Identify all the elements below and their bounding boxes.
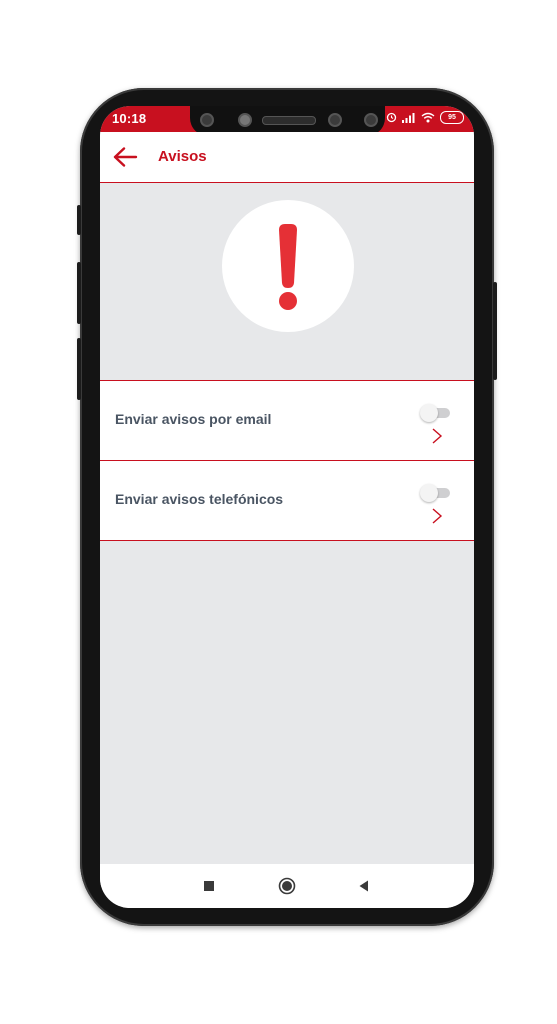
phone-side-button <box>77 338 81 400</box>
app-bar: Avisos <box>100 132 474 183</box>
battery-level: 95 <box>448 114 456 121</box>
system-nav-bar <box>100 864 474 908</box>
setting-row-email[interactable]: Enviar avisos por email <box>100 381 474 461</box>
toggle-knob <box>420 484 438 502</box>
phone-side-button <box>77 205 81 235</box>
chevron-right-icon[interactable] <box>431 507 443 525</box>
battery-icon: 95 <box>440 111 464 124</box>
phone-power-button <box>493 282 497 380</box>
back-triangle-icon[interactable] <box>354 876 374 896</box>
phone-screen: 10:18 95 Avisos Enviar avisos por email … <box>100 106 474 908</box>
settings-list: Enviar avisos por email Enviar avisos te… <box>100 380 474 541</box>
recents-square-icon[interactable] <box>199 876 219 896</box>
exclamation-icon <box>279 224 297 310</box>
camera-lens <box>200 113 214 127</box>
phone-side-button <box>77 262 81 324</box>
wifi-icon <box>421 112 435 123</box>
home-circle-icon[interactable] <box>277 876 297 896</box>
setting-label: Enviar avisos telefónicos <box>115 491 284 507</box>
status-icons: 95 <box>386 111 464 124</box>
camera-lens <box>328 113 342 127</box>
camera-lens <box>238 113 252 127</box>
signal-icon <box>402 113 415 123</box>
alert-badge <box>222 200 354 332</box>
alarm-icon <box>386 112 397 123</box>
setting-label: Enviar avisos por email <box>115 411 272 427</box>
chevron-right-icon[interactable] <box>431 427 443 445</box>
toggle-knob <box>420 404 438 422</box>
email-toggle[interactable] <box>420 404 450 422</box>
status-time: 10:18 <box>112 111 147 126</box>
page-title: Avisos <box>158 148 207 165</box>
setting-row-phone[interactable]: Enviar avisos telefónicos <box>100 461 474 541</box>
status-bar: 10:18 95 <box>100 106 474 136</box>
camera-lens <box>364 113 378 127</box>
earpiece-speaker <box>262 116 316 125</box>
phone-toggle[interactable] <box>420 484 450 502</box>
arrow-left-icon[interactable] <box>112 146 138 168</box>
